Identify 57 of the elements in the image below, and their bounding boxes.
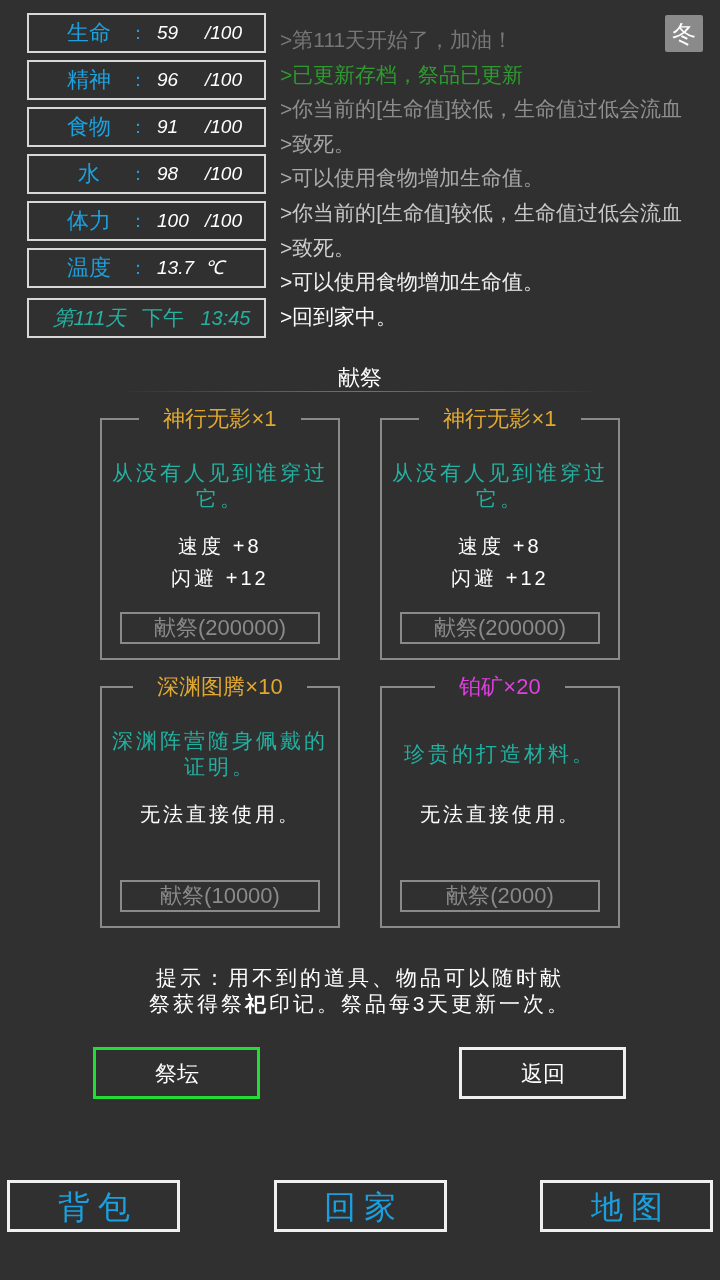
stat-value: 98 [157, 162, 180, 186]
stat-value: 59 [157, 21, 180, 45]
offering-description: 珍贵的打造材料。 [404, 741, 596, 767]
stat-colon: ： [129, 69, 147, 92]
offering-effect: 闪避 +12 [451, 566, 549, 591]
stat-max: /100 [205, 115, 242, 139]
nav-button[interactable]: 回家 [273, 1180, 447, 1232]
stat-label: 水 [77, 160, 101, 188]
stat-colon: ： [129, 257, 147, 280]
stat-value: 96 [157, 68, 180, 92]
season-badge: 冬 [665, 15, 703, 52]
log-line: >第111天开始了，加油！ [280, 27, 515, 53]
offering-description: 从没有人见到谁穿过它。 [391, 460, 609, 512]
stat-label: 食物 [66, 113, 112, 141]
stat-max: /100 [205, 21, 242, 45]
stat-label: 生命 [66, 19, 112, 47]
day-label: 第111天 [52, 305, 127, 331]
stat-value: 13.7 [157, 256, 196, 280]
time-label: 13:45 [200, 306, 251, 331]
stat-colon: ： [129, 22, 147, 45]
log-line: >致死。 [280, 234, 357, 261]
offering-name: 神行无影×1 [163, 405, 277, 433]
nav-button[interactable]: 背包 [7, 1180, 180, 1232]
offering-description: 从没有人见到谁穿过它。 [111, 460, 329, 512]
stat-colon: ： [129, 210, 147, 233]
stat-max: /100 [205, 162, 242, 186]
offering-description: 深渊阵营随身佩戴的证明。 [111, 728, 329, 780]
action-button[interactable]: 返回 [459, 1047, 626, 1099]
offering-effect: 无法直接使用。 [419, 802, 581, 827]
stat-value: 91 [157, 115, 180, 139]
hint-text: 提示：用不到的道具、物品可以随时献祭获得祭祀印记。祭品每3天更新一次。 [147, 965, 573, 1017]
offering-effect: 速度 +8 [178, 534, 262, 559]
log-line: >你当前的[生命值]较低，生命值过低会流血 [280, 199, 682, 226]
log-line: >回到家中。 [280, 303, 399, 330]
log-line: >致死。 [280, 130, 357, 157]
stat-label: 精神 [66, 66, 112, 94]
offering-effect: 速度 +8 [458, 534, 542, 559]
period-label: 下午 [142, 305, 185, 331]
section-title: 献祭 [338, 365, 382, 391]
offering-name: 神行无影×1 [443, 405, 557, 433]
nav-button[interactable]: 地图 [540, 1180, 713, 1232]
offering-effect: 无法直接使用。 [139, 802, 301, 827]
log-line: >已更新存档，祭品已更新 [280, 61, 525, 88]
stat-colon: ： [129, 116, 147, 139]
log-line: >可以使用食物增加生命值。 [280, 269, 546, 296]
stat-colon: ： [129, 163, 147, 186]
stat-max: /100 [205, 209, 242, 233]
offering-effect: 闪避 +12 [171, 566, 269, 591]
stat-label: 温度 [66, 254, 112, 282]
stat-value: 100 [157, 209, 190, 233]
stat-label: 体力 [66, 207, 112, 235]
log-line: >可以使用食物增加生命值。 [280, 165, 546, 192]
log-line: >你当前的[生命值]较低，生命值过低会流血 [280, 96, 682, 123]
action-button[interactable]: 祭坛 [93, 1047, 260, 1099]
offering-name: 铂矿×20 [459, 673, 541, 701]
stat-max: /100 [205, 68, 242, 92]
offering-name: 深渊图腾×10 [157, 673, 283, 701]
